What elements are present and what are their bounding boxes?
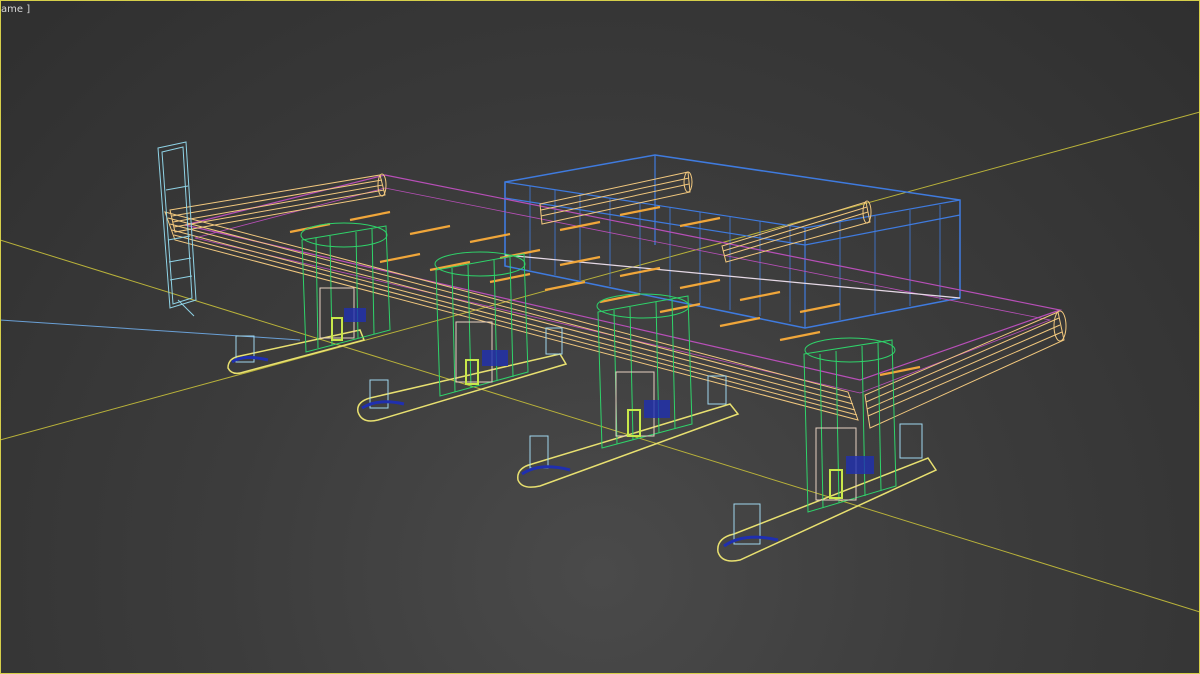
canopy-roof[interactable] (184, 174, 1063, 394)
convenience-store[interactable] (504, 154, 961, 329)
viewport-perspective[interactable]: ame ] (0, 0, 1200, 674)
pump-island-2[interactable] (357, 251, 568, 422)
wireframe-scene[interactable] (0, 0, 1200, 674)
canopy-lights (289, 205, 921, 377)
blue-axis-line (0, 319, 301, 341)
